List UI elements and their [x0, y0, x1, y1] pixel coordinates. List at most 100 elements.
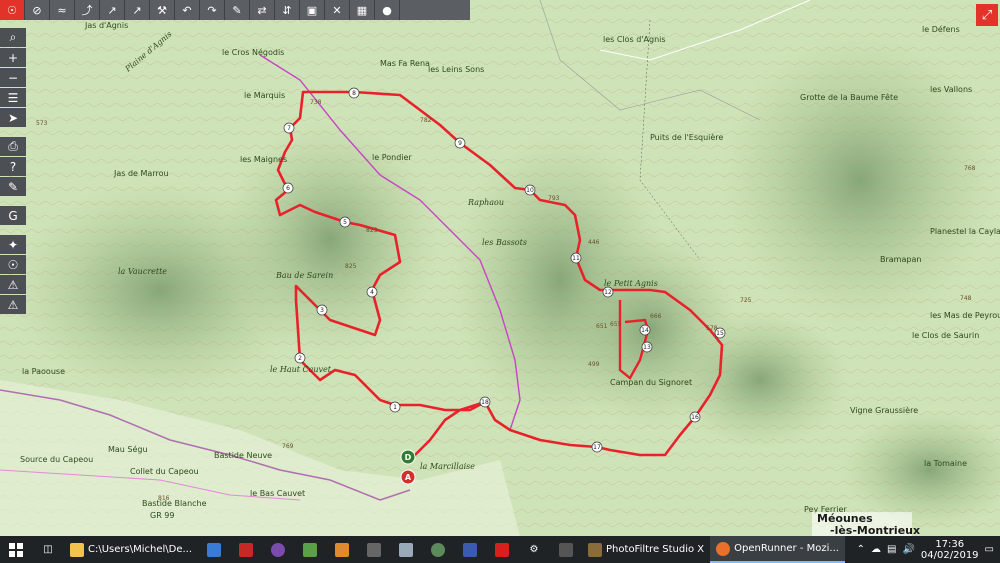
svg-text:18: 18 [481, 399, 489, 406]
film-icon[interactable] [358, 536, 390, 563]
network-app-icon[interactable] [390, 536, 422, 563]
place-label: Collet du Capeou [130, 467, 199, 476]
zoom-in-icon[interactable]: + [0, 48, 26, 67]
place-label: le Clos de Saurin [912, 331, 979, 340]
waypoint-12[interactable]: 12 [602, 286, 614, 298]
print-icon[interactable]: ⎙ [0, 137, 26, 156]
waypoint-1[interactable]: 1 [389, 401, 401, 413]
place-label: le Haut Cauvet [270, 365, 332, 374]
poi-icon[interactable]: ● [375, 0, 400, 20]
bike-icon[interactable]: ⚒ [150, 0, 175, 20]
task-view-icon[interactable]: ◫ [32, 536, 64, 563]
waypoint-2[interactable]: 2 [294, 352, 306, 364]
network-icon[interactable]: ▤ [887, 544, 896, 555]
warning-icon[interactable]: ⚠ [0, 275, 26, 294]
svg-text:14: 14 [641, 327, 649, 334]
waypoint-16[interactable]: 16 [689, 411, 701, 423]
app-icon-purple[interactable] [262, 536, 294, 563]
place-label: le Défens [922, 24, 960, 34]
place-label: Jas de Marrou [113, 169, 169, 178]
wave-icon[interactable]: ≈ [50, 0, 75, 20]
waypoint-7[interactable]: 7 [283, 122, 295, 134]
split-icon[interactable]: ⇵ [275, 0, 300, 20]
waypoint-9[interactable]: 9 [454, 137, 466, 149]
waypoint-17[interactable]: 17 [591, 441, 603, 453]
end-marker[interactable]: A [400, 469, 416, 485]
settings-icon[interactable]: ⚙ [518, 536, 550, 563]
map-toolbar: ☉ ⊘ ≈ ⤴ ↗ ↗ ⚒ ↶ ↷ ✎ ⇄ ⇵ ▣ ✕ ▦ ● [0, 0, 470, 20]
map-view[interactable]: 1 2 3 4 5 6 7 8 9 10 11 12 13 14 15 16 1… [0, 0, 1000, 536]
filezilla-icon[interactable] [230, 536, 262, 563]
warning2-icon[interactable]: ⚠ [0, 295, 26, 314]
waypoint-14[interactable]: 14 [639, 324, 651, 336]
flip-icon[interactable]: ⇄ [250, 0, 275, 20]
waypoint-4[interactable]: 4 [366, 286, 378, 298]
taskbar-openrunner[interactable]: OpenRunner - Mozi... [710, 536, 845, 563]
place-label: la Vaucrette [118, 267, 167, 276]
svg-text:3: 3 [320, 307, 324, 314]
globe-icon[interactable]: ☉ [0, 255, 26, 274]
store-icon[interactable] [198, 536, 230, 563]
trash-icon[interactable]: ✕ [325, 0, 350, 20]
locate-icon[interactable]: ➤ [0, 108, 26, 127]
cloud-icon[interactable]: ☁ [871, 544, 881, 555]
svg-text:825: 825 [345, 263, 357, 270]
svg-text:12: 12 [604, 289, 612, 296]
layers-icon[interactable]: ▦ [350, 0, 375, 20]
svg-text:5: 5 [343, 219, 347, 226]
acrobat-icon[interactable] [486, 536, 518, 563]
waypoint-5[interactable]: 5 [339, 216, 351, 228]
volume-icon[interactable]: 🔊 [902, 544, 914, 555]
svg-text:8: 8 [352, 90, 356, 97]
edit-icon[interactable]: ✎ [0, 177, 26, 196]
globe-app-icon[interactable] [422, 536, 454, 563]
place-label: Raphaou [467, 198, 504, 207]
waypoint-10[interactable]: 10 [524, 184, 536, 196]
waypoint-8[interactable]: 8 [348, 87, 360, 99]
zoom-out-icon[interactable]: − [0, 68, 26, 87]
notification-icon[interactable]: ▭ [985, 544, 994, 555]
clock-date: 04/02/2019 [920, 549, 979, 561]
gps-icon[interactable]: ☉ [0, 0, 25, 20]
google-icon[interactable]: G [0, 206, 26, 225]
map-canvas[interactable]: 1 2 3 4 5 6 7 8 9 10 11 12 13 14 15 16 1… [0, 0, 1000, 536]
start-marker[interactable]: D [400, 449, 416, 465]
media-icon[interactable] [326, 536, 358, 563]
waypoint-18[interactable]: 18 [479, 396, 491, 408]
svg-text:13: 13 [643, 344, 651, 351]
undo-icon[interactable]: ↶ [175, 0, 200, 20]
svg-text:11: 11 [572, 255, 580, 262]
node-icon[interactable]: ↗ [100, 0, 125, 20]
zoom-search-icon[interactable]: ⌕ [0, 28, 26, 47]
waypoint-3[interactable]: 3 [316, 304, 328, 316]
compass-icon[interactable]: ✦ [0, 235, 26, 254]
link-icon[interactable]: ↗ [125, 0, 150, 20]
calculator-icon[interactable] [550, 536, 582, 563]
edit-icon[interactable]: ✎ [225, 0, 250, 20]
svg-text:7: 7 [287, 125, 291, 132]
route-icon[interactable]: ⤴ [75, 0, 100, 20]
redo-icon[interactable]: ↷ [200, 0, 225, 20]
hide-icon[interactable]: ⊘ [25, 0, 50, 20]
taskbar-explorer[interactable]: C:\Users\Michel\De... [64, 536, 198, 563]
svg-text:655: 655 [610, 321, 622, 328]
waypoint-6[interactable]: 6 [282, 182, 294, 194]
waypoint-11[interactable]: 11 [570, 252, 582, 264]
app-icon-green[interactable] [294, 536, 326, 563]
clock[interactable]: 17:36 04/02/2019 [921, 539, 979, 561]
chevron-up-icon[interactable]: ⌃ [857, 544, 865, 555]
taskbar-explorer-label: C:\Users\Michel\De... [88, 544, 193, 555]
svg-text:2: 2 [298, 355, 302, 362]
svg-text:D: D [405, 453, 412, 462]
start-button[interactable] [0, 536, 32, 563]
save-icon[interactable]: ▣ [300, 0, 325, 20]
help-icon[interactable]: ? [0, 157, 26, 176]
waypoint-13[interactable]: 13 [641, 341, 653, 353]
place-label: Puits de l'Esquière [650, 132, 723, 142]
taskbar-photofiltre[interactable]: PhotoFiltre Studio X [582, 536, 710, 563]
place-label: Bastide Neuve [214, 451, 272, 460]
brush-icon[interactable] [454, 536, 486, 563]
place-label: le Marquis [244, 91, 285, 100]
layers-icon[interactable]: ☰ [0, 88, 26, 107]
fullscreen-icon[interactable]: ⤢ [976, 4, 998, 26]
